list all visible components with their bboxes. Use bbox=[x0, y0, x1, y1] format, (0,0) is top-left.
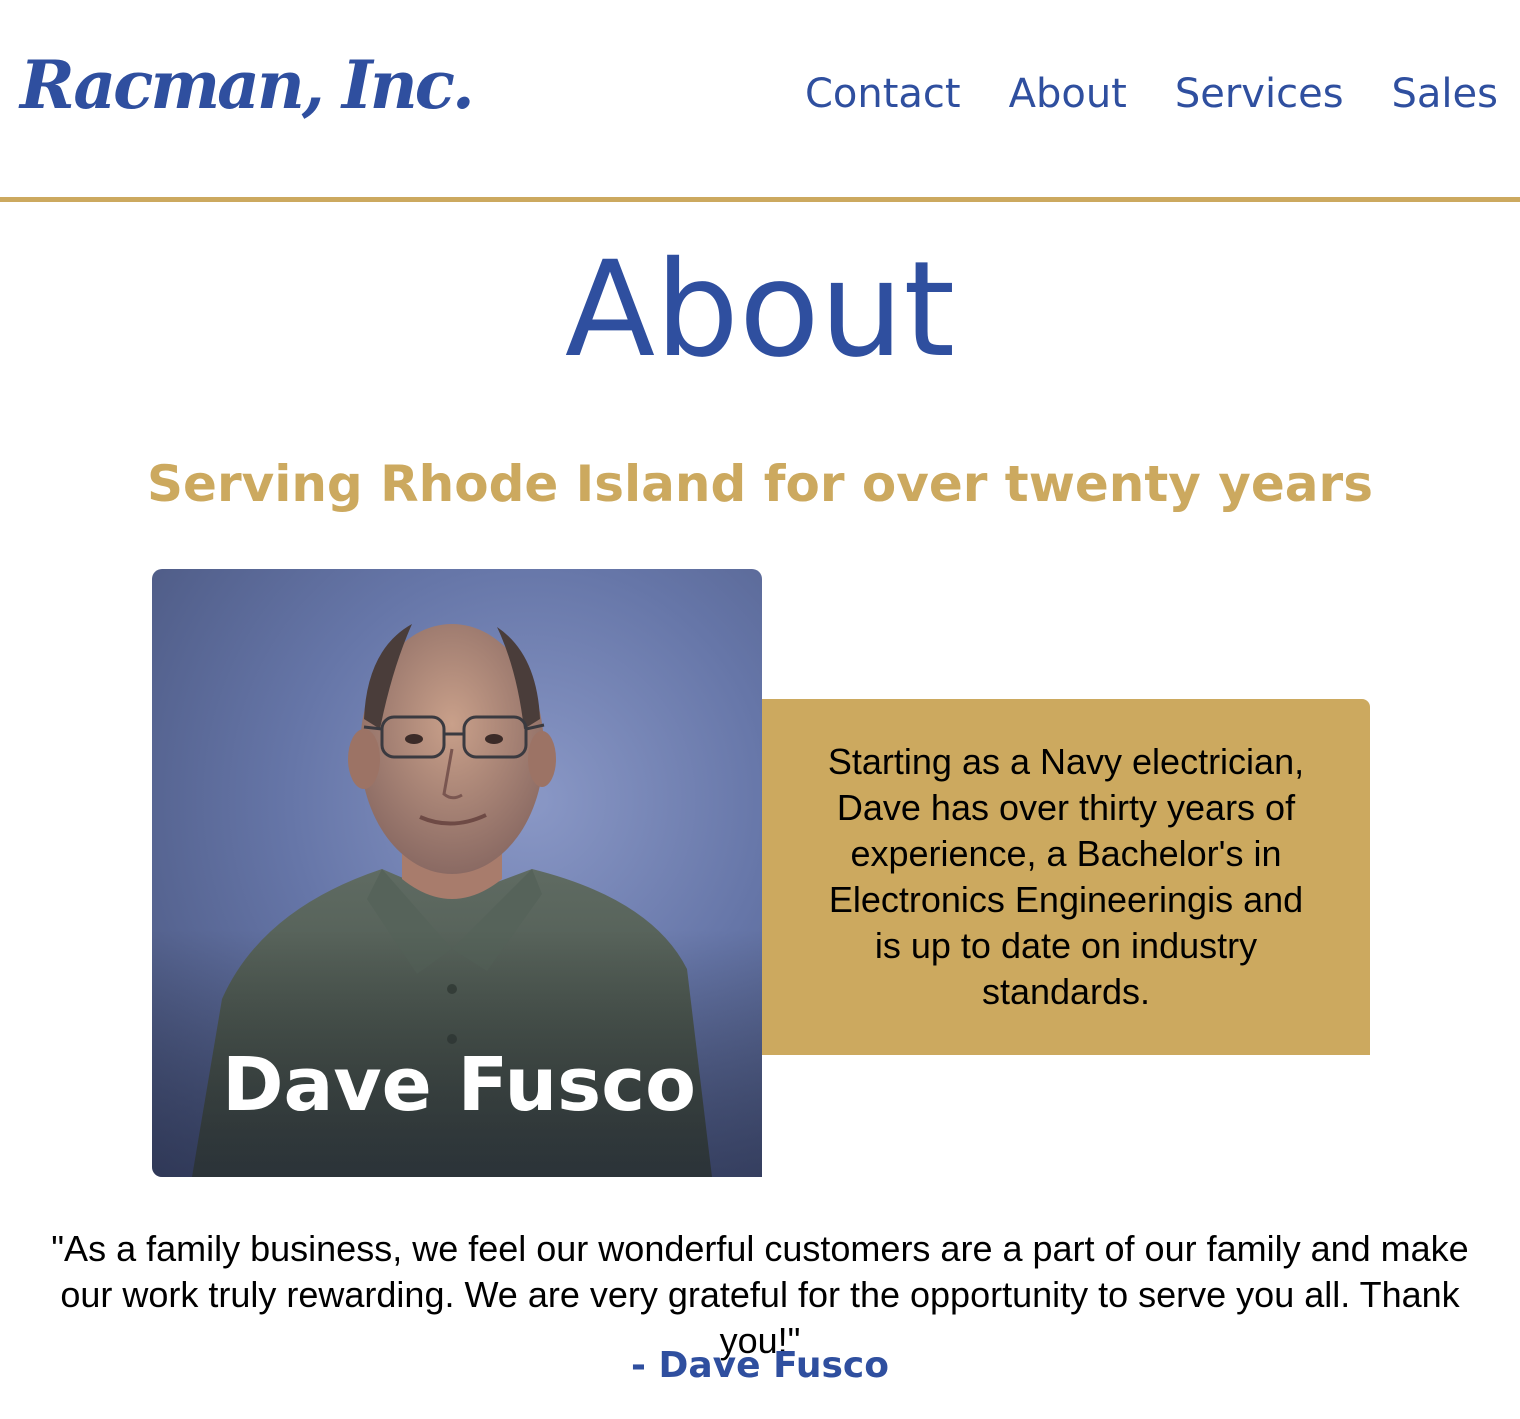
nav-link-services[interactable]: Services bbox=[1175, 74, 1344, 114]
page-title: About bbox=[564, 233, 956, 387]
company-logo[interactable]: Racman, Inc. bbox=[20, 52, 475, 118]
profile-photo: Dave Fusco bbox=[152, 569, 762, 1177]
profile-name: Dave Fusco bbox=[222, 1042, 696, 1128]
nav-link-sales[interactable]: Sales bbox=[1392, 74, 1498, 114]
nav-link-about[interactable]: About bbox=[1009, 74, 1127, 114]
header-divider bbox=[0, 197, 1520, 202]
main-nav: Contact About Services Sales bbox=[805, 74, 1498, 114]
nav-link-contact[interactable]: Contact bbox=[805, 74, 961, 114]
quote-author: - Dave Fusco bbox=[631, 1345, 889, 1386]
bio-box: Starting as a Navy electrician, Dave has… bbox=[762, 699, 1370, 1055]
site-header: Racman, Inc. Contact About Services Sale… bbox=[0, 0, 1520, 197]
bio-text: Starting as a Navy electrician, Dave has… bbox=[827, 741, 1305, 1012]
page-subtitle: Serving Rhode Island for over twenty yea… bbox=[147, 455, 1373, 513]
